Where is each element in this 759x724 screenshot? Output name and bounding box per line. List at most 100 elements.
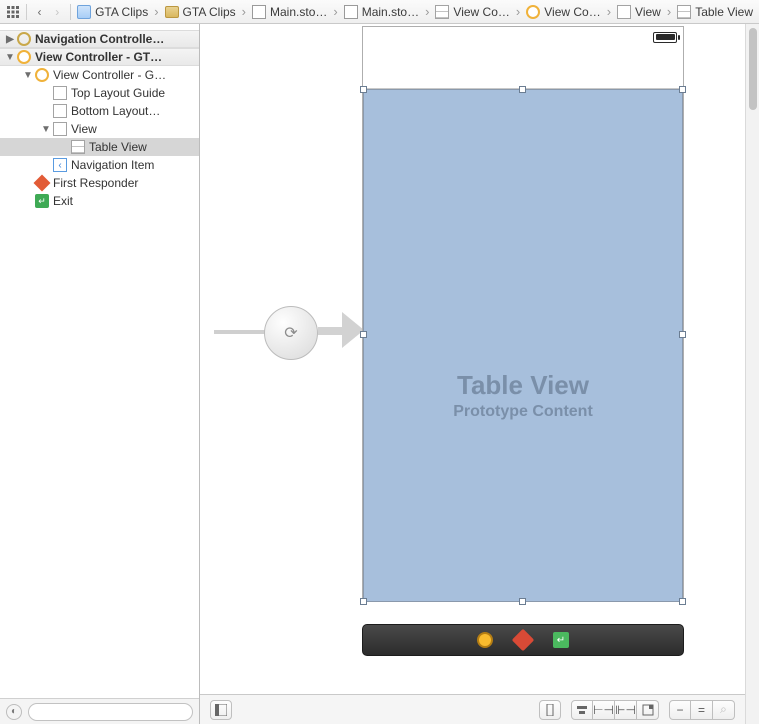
outline-row[interactable]: Bottom Layout… bbox=[0, 102, 199, 120]
selection-handle[interactable] bbox=[519, 598, 526, 605]
entry-point-handle[interactable]: ⟳ bbox=[264, 306, 318, 360]
breadcrumb-label: View Co… bbox=[544, 5, 600, 19]
entry-point-arrow bbox=[214, 330, 266, 338]
battery-icon bbox=[653, 32, 677, 43]
disclosure-triangle-icon[interactable]: ▼ bbox=[4, 52, 16, 63]
breadcrumb-separator: › bbox=[238, 4, 250, 19]
layout-guide-icon bbox=[53, 104, 67, 118]
breadcrumb-item[interactable]: Main.sto… bbox=[250, 5, 329, 19]
breadcrumb-item[interactable]: View bbox=[615, 5, 663, 19]
zoom-out-button[interactable]: − bbox=[669, 700, 691, 720]
view-controller-icon bbox=[526, 5, 540, 19]
outline-label: View Controller - G… bbox=[53, 68, 166, 82]
breadcrumb-item[interactable]: View Co… bbox=[524, 5, 602, 19]
outline-label: First Responder bbox=[53, 176, 138, 190]
breadcrumb-separator: › bbox=[663, 4, 675, 19]
selection-handle[interactable] bbox=[360, 331, 367, 338]
disclosure-triangle-icon[interactable]: ▼ bbox=[22, 70, 34, 81]
canvas-toolbar: ⊢⊣ ⊩⊣ − = ⌕ bbox=[200, 694, 745, 724]
outline-scene-row[interactable]: ▼ View Controller - GT… bbox=[0, 48, 199, 66]
vertical-scrollbar[interactable] bbox=[745, 24, 759, 724]
zoom-in-button[interactable]: ⌕ bbox=[713, 700, 735, 720]
view-controller-icon bbox=[35, 68, 49, 82]
breadcrumb-item[interactable]: View Co… bbox=[433, 5, 511, 19]
selection-handle[interactable] bbox=[360, 598, 367, 605]
breadcrumb-bar: ‹ › GTA Clips › GTA Clips › Main.sto… › … bbox=[0, 0, 759, 24]
breadcrumb-label: View bbox=[635, 5, 661, 19]
view-controller-frame[interactable]: Table View Prototype Content bbox=[362, 26, 684, 602]
outline-footer: ◐ bbox=[0, 698, 199, 724]
view-controller-dock-icon[interactable] bbox=[477, 632, 493, 648]
breadcrumb-item[interactable]: GTA Clips bbox=[163, 5, 238, 19]
constraints-button-group: ⊢⊣ ⊩⊣ bbox=[571, 700, 659, 720]
exit-dock-icon[interactable]: ↵ bbox=[553, 632, 569, 648]
outline-row[interactable]: Table View bbox=[0, 138, 199, 156]
breadcrumb-separator: › bbox=[512, 4, 524, 19]
outline-label: Navigation Item bbox=[71, 158, 154, 172]
first-responder-dock-icon[interactable] bbox=[512, 629, 535, 652]
document-outline: ▶ Navigation Controlle… ▼ View Controlle… bbox=[0, 24, 200, 724]
resizing-button[interactable] bbox=[637, 700, 659, 720]
breadcrumb-label: GTA Clips bbox=[183, 5, 236, 19]
outline-label: Exit bbox=[53, 194, 73, 208]
selection-handle[interactable] bbox=[519, 86, 526, 93]
selection-handle[interactable] bbox=[679, 86, 686, 93]
exit-icon: ↵ bbox=[35, 194, 49, 208]
first-responder-icon bbox=[34, 175, 51, 192]
project-icon bbox=[77, 5, 91, 19]
selection-handle[interactable] bbox=[679, 598, 686, 605]
scene-icon bbox=[435, 5, 449, 19]
outline-row[interactable]: ‹ Navigation Item bbox=[0, 156, 199, 174]
view-icon bbox=[53, 122, 67, 136]
table-view-title: Table View bbox=[364, 370, 682, 401]
outline-label: View Controller - GT… bbox=[35, 50, 162, 64]
outline-label: View bbox=[71, 122, 97, 136]
size-class-button[interactable] bbox=[539, 700, 561, 720]
disclosure-triangle-icon[interactable]: ▶ bbox=[4, 34, 16, 45]
history-forward-button[interactable]: › bbox=[48, 3, 66, 21]
outline-scene-row[interactable]: ▶ Navigation Controlle… bbox=[0, 30, 199, 48]
history-back-button[interactable]: ‹ bbox=[31, 3, 49, 21]
outline-row[interactable]: ▼ View Controller - G… bbox=[0, 66, 199, 84]
outline-row[interactable]: ↵ Exit bbox=[0, 192, 199, 210]
outline-label: Table View bbox=[89, 140, 147, 154]
navigation-bar[interactable] bbox=[363, 47, 683, 89]
zoom-actual-button[interactable]: = bbox=[691, 700, 713, 720]
outline-row[interactable]: First Responder bbox=[0, 174, 199, 192]
breadcrumb-separator: › bbox=[421, 4, 433, 19]
breadcrumb-label: Main.sto… bbox=[362, 5, 419, 19]
outline-row[interactable]: Top Layout Guide bbox=[0, 84, 199, 102]
table-view-icon bbox=[677, 5, 691, 19]
device-status-bar bbox=[363, 27, 683, 47]
outline-label: Navigation Controlle… bbox=[35, 32, 164, 46]
filter-scope-button[interactable]: ◐ bbox=[6, 704, 22, 720]
view-icon bbox=[617, 5, 631, 19]
layout-guide-icon bbox=[53, 86, 67, 100]
outline-label: Bottom Layout… bbox=[71, 104, 160, 118]
align-button[interactable] bbox=[571, 700, 593, 720]
scrollbar-thumb[interactable] bbox=[749, 28, 757, 110]
folder-icon bbox=[165, 6, 179, 18]
disclosure-triangle-icon[interactable]: ▼ bbox=[40, 124, 52, 135]
table-view[interactable]: Table View Prototype Content bbox=[363, 89, 683, 602]
navigation-item-icon: ‹ bbox=[53, 158, 67, 172]
breadcrumb-separator: › bbox=[603, 4, 615, 19]
interface-builder-canvas[interactable]: ⟳ Table View Prototype Content bbox=[200, 24, 759, 724]
resolve-issues-button[interactable]: ⊩⊣ bbox=[615, 700, 637, 720]
breadcrumb-label: GTA Clips bbox=[95, 5, 148, 19]
selection-handle[interactable] bbox=[679, 331, 686, 338]
table-view-icon bbox=[71, 140, 85, 154]
outline-filter-input[interactable] bbox=[28, 703, 193, 721]
selection-handle[interactable] bbox=[360, 86, 367, 93]
outline-row[interactable]: ▼ View bbox=[0, 120, 199, 138]
related-items-button[interactable] bbox=[4, 3, 22, 21]
zoom-button-group: − = ⌕ bbox=[669, 700, 735, 720]
breadcrumb-label: View Co… bbox=[453, 5, 509, 19]
breadcrumb-item[interactable]: Table View bbox=[675, 5, 755, 19]
storyboard-icon bbox=[252, 5, 266, 19]
breadcrumb-separator: › bbox=[329, 4, 341, 19]
toggle-outline-button[interactable] bbox=[210, 700, 232, 720]
breadcrumb-item[interactable]: GTA Clips bbox=[75, 5, 150, 19]
pin-button[interactable]: ⊢⊣ bbox=[593, 700, 615, 720]
breadcrumb-item[interactable]: Main.sto… bbox=[342, 5, 421, 19]
